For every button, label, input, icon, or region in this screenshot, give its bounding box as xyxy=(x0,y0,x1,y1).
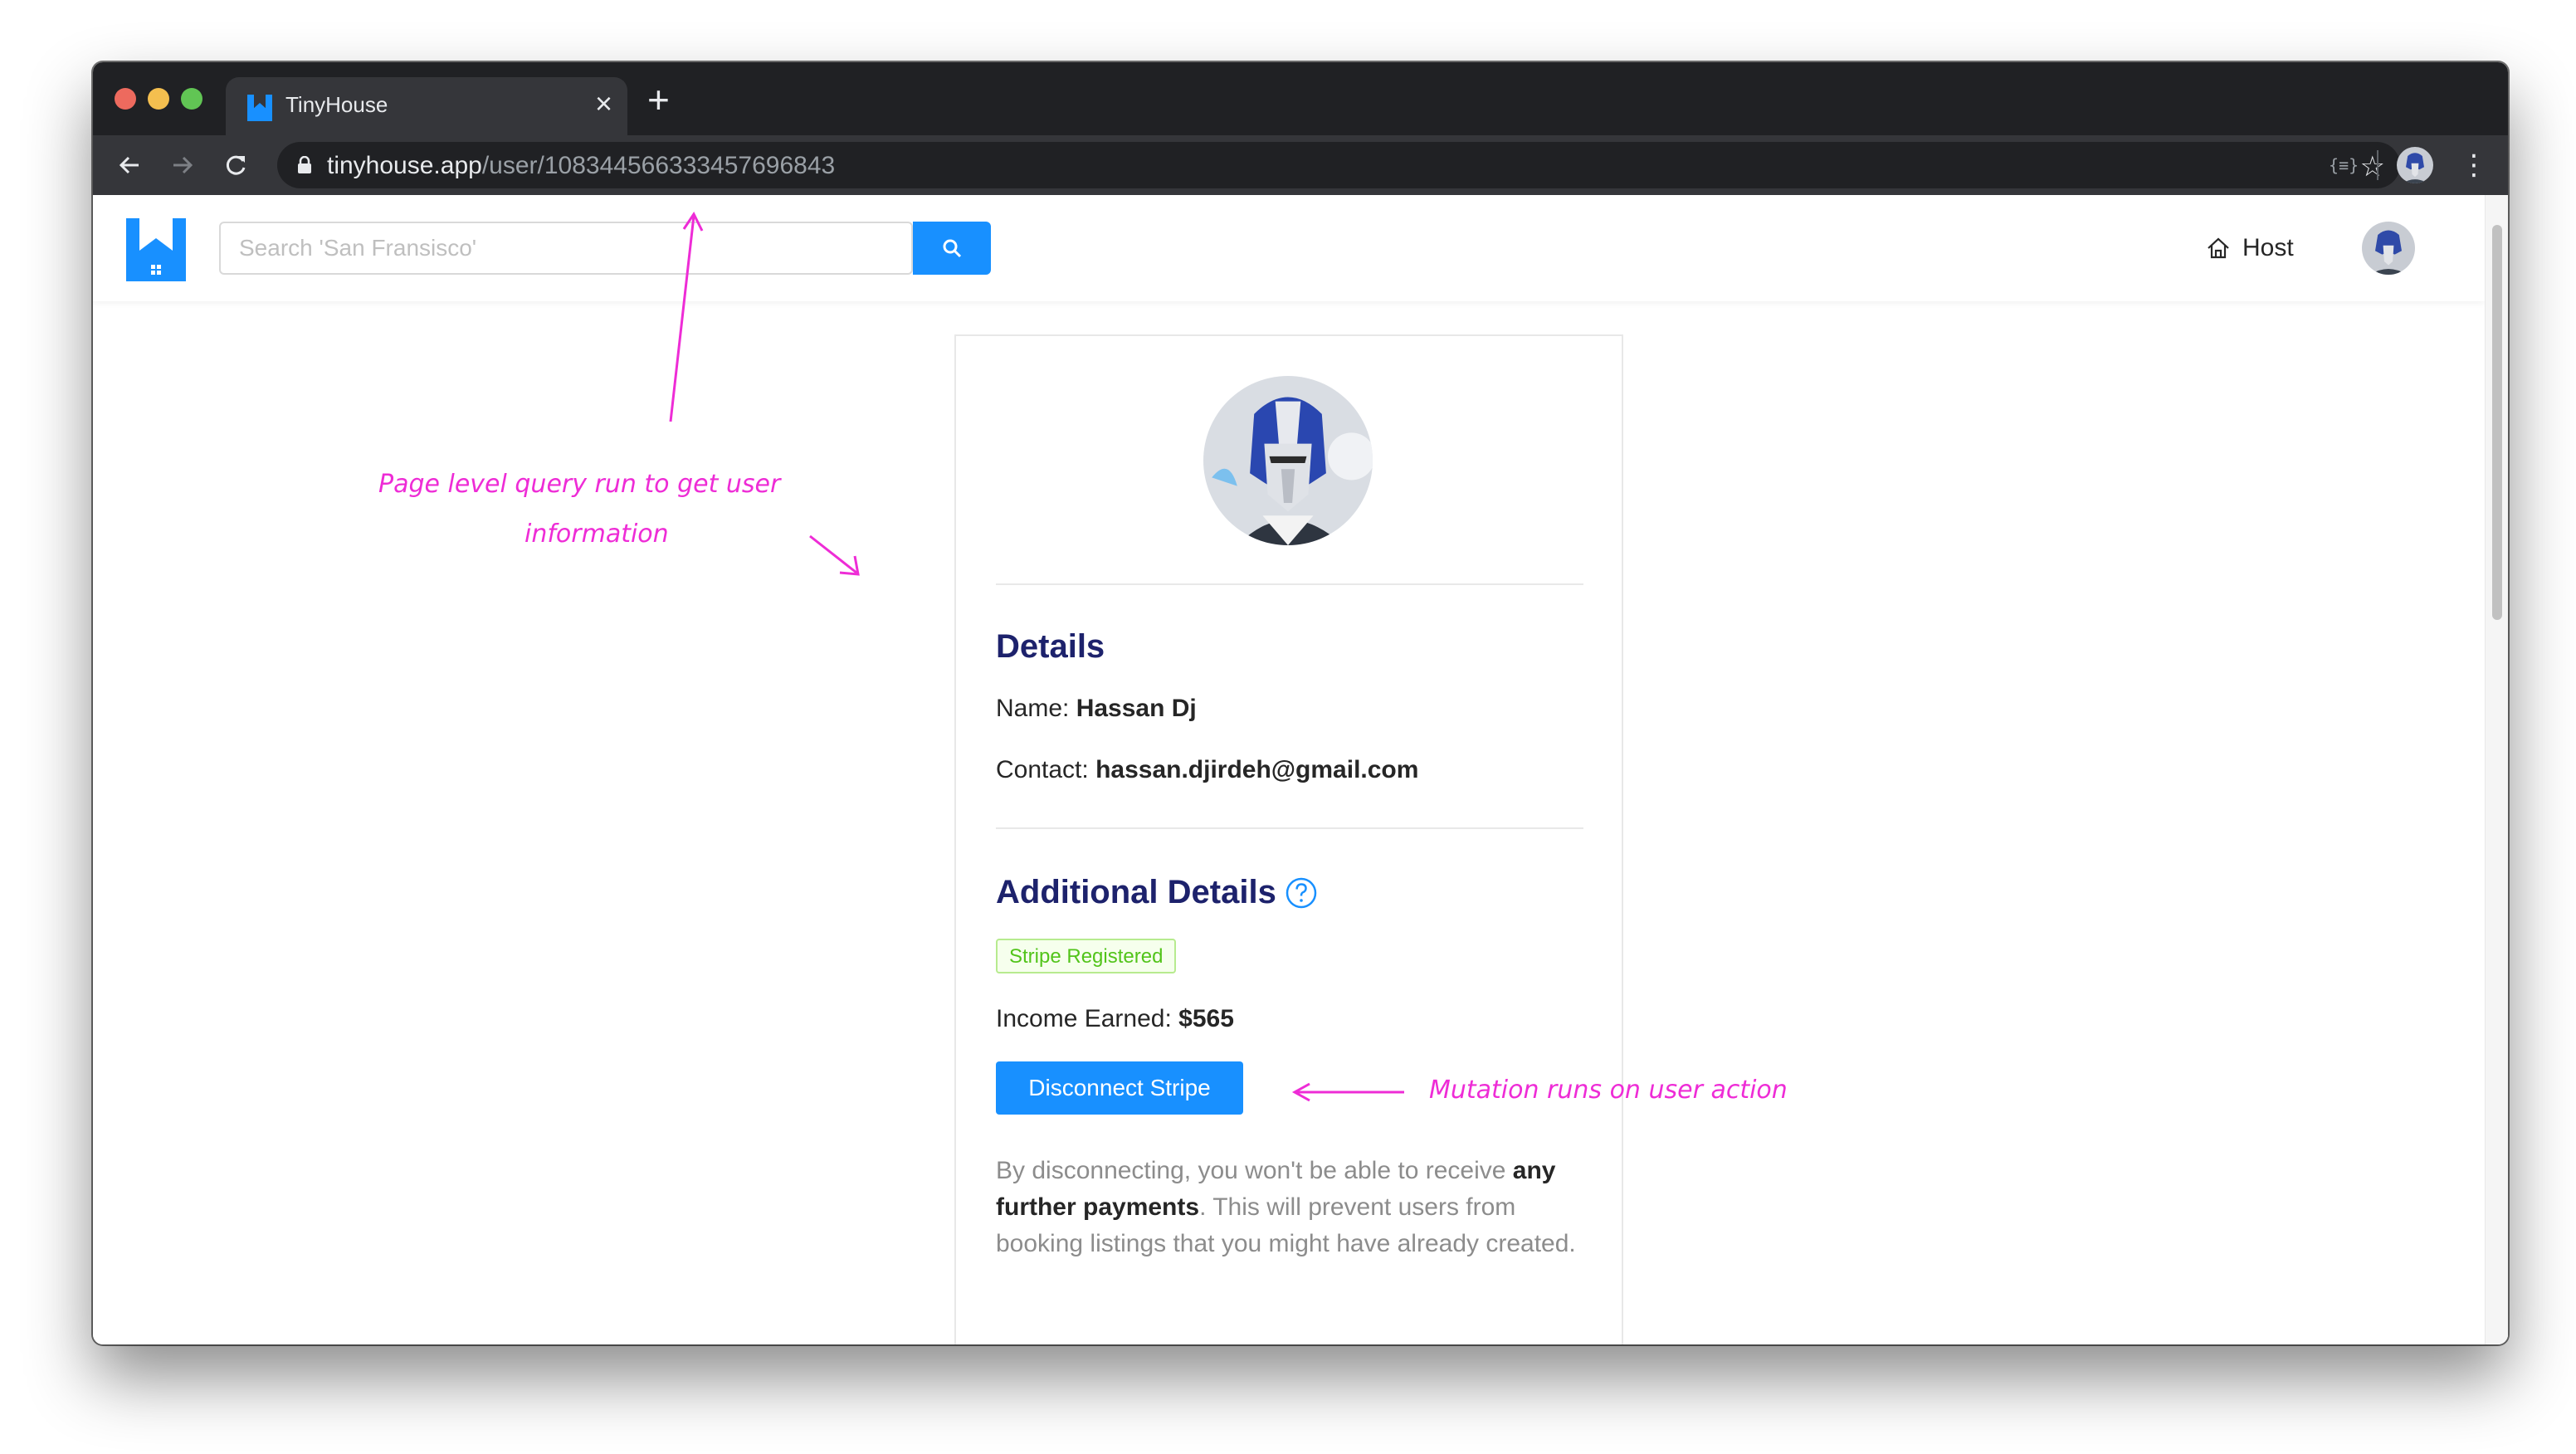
search-button[interactable] xyxy=(913,222,991,275)
browser-toolbar: tinyhouse.app/user/108344566333457696843… xyxy=(93,135,2508,195)
extension-icon[interactable]: {≡} xyxy=(2329,155,2359,175)
search-icon xyxy=(943,239,962,258)
user-avatar[interactable] xyxy=(2362,222,2415,275)
minimize-window-button[interactable] xyxy=(148,88,169,110)
tinyhouse-favicon-icon xyxy=(247,95,272,121)
query-annotation-line1: Page level query run to get user xyxy=(378,470,781,499)
name-value: Hassan Dj xyxy=(1076,695,1197,722)
contact-label: Contact: xyxy=(996,756,1089,783)
browser-profile-avatar[interactable] xyxy=(2397,147,2433,183)
tab-close-icon[interactable]: × xyxy=(595,87,612,120)
app-header: Host xyxy=(93,195,2485,301)
arrow-left-icon xyxy=(119,156,139,174)
kebab-menu-icon[interactable]: ⋮ xyxy=(2460,147,2488,183)
browser-titlebar: TinyHouse × + xyxy=(93,62,2508,135)
card-divider xyxy=(996,827,1583,829)
forward-button[interactable] xyxy=(163,145,202,185)
url-host: tinyhouse.app xyxy=(327,152,482,179)
url-path: /user/108344566333457696843 xyxy=(481,152,836,179)
additional-details-title: Additional Details xyxy=(996,874,1276,910)
scrollbar-thumb[interactable] xyxy=(2492,225,2502,620)
url-text: tinyhouse.app/user/108344566333457696843 xyxy=(327,152,835,180)
mutation-annotation: Mutation runs on user action xyxy=(1429,1076,1788,1105)
page-scrollbar[interactable] xyxy=(2485,195,2508,1344)
search-box xyxy=(219,222,913,275)
income-value: $565 xyxy=(1178,1005,1234,1032)
name-label: Name: xyxy=(996,695,1070,722)
profile-avatar-image xyxy=(2397,147,2433,183)
toolbar-divider xyxy=(2377,150,2378,180)
back-button[interactable] xyxy=(110,145,149,185)
close-window-button[interactable] xyxy=(115,88,136,110)
home-icon xyxy=(2208,237,2229,259)
question-circle-icon[interactable] xyxy=(1285,876,1318,910)
browser-tab[interactable]: TinyHouse × xyxy=(226,77,627,135)
host-link[interactable]: Host xyxy=(2206,232,2294,265)
reload-icon xyxy=(226,155,246,175)
disconnect-stripe-button[interactable]: Disconnect Stripe xyxy=(996,1061,1243,1115)
host-label: Host xyxy=(2242,234,2294,261)
arrow-right-icon xyxy=(173,156,193,174)
lock-icon xyxy=(298,156,311,173)
search-input[interactable] xyxy=(221,223,913,273)
profile-avatar xyxy=(1203,376,1373,545)
stripe-registered-tag: Stripe Registered xyxy=(996,939,1177,973)
page-viewport: Host xyxy=(93,195,2508,1344)
user-profile-card: Details Name: Hassan Dj Contact: hassan.… xyxy=(954,334,1623,1344)
disconnect-warning-text: By disconnecting, you won't be able to r… xyxy=(996,1153,1593,1262)
warning-text-part: By disconnecting, you won't be able to r… xyxy=(996,1157,1513,1184)
bookmark-star-icon[interactable]: ☆ xyxy=(2360,150,2385,183)
profile-photo xyxy=(1203,376,1373,545)
name-row: Name: Hassan Dj xyxy=(996,695,1197,723)
income-label: Income Earned: xyxy=(996,1005,1172,1032)
query-annotation-line2: information xyxy=(524,520,669,549)
browser-window: TinyHouse × + tinyhouse.app/user/1083445… xyxy=(93,62,2508,1344)
details-heading: Details xyxy=(996,628,1105,665)
tinyhouse-logo-icon[interactable] xyxy=(126,218,186,281)
contact-row: Contact: hassan.djirdeh@gmail.com xyxy=(996,756,1418,784)
new-tab-button[interactable]: + xyxy=(647,81,670,119)
maximize-window-button[interactable] xyxy=(181,88,202,110)
reload-button[interactable] xyxy=(216,145,256,185)
card-divider xyxy=(996,583,1583,585)
additional-details-heading: Additional Details xyxy=(996,874,1318,911)
avatar-image xyxy=(2362,222,2415,275)
tab-title: TinyHouse xyxy=(285,92,388,117)
address-bar[interactable]: tinyhouse.app/user/108344566333457696843… xyxy=(277,142,2400,188)
contact-value: hassan.djirdeh@gmail.com xyxy=(1095,756,1419,783)
income-row: Income Earned: $565 xyxy=(996,1005,1234,1033)
